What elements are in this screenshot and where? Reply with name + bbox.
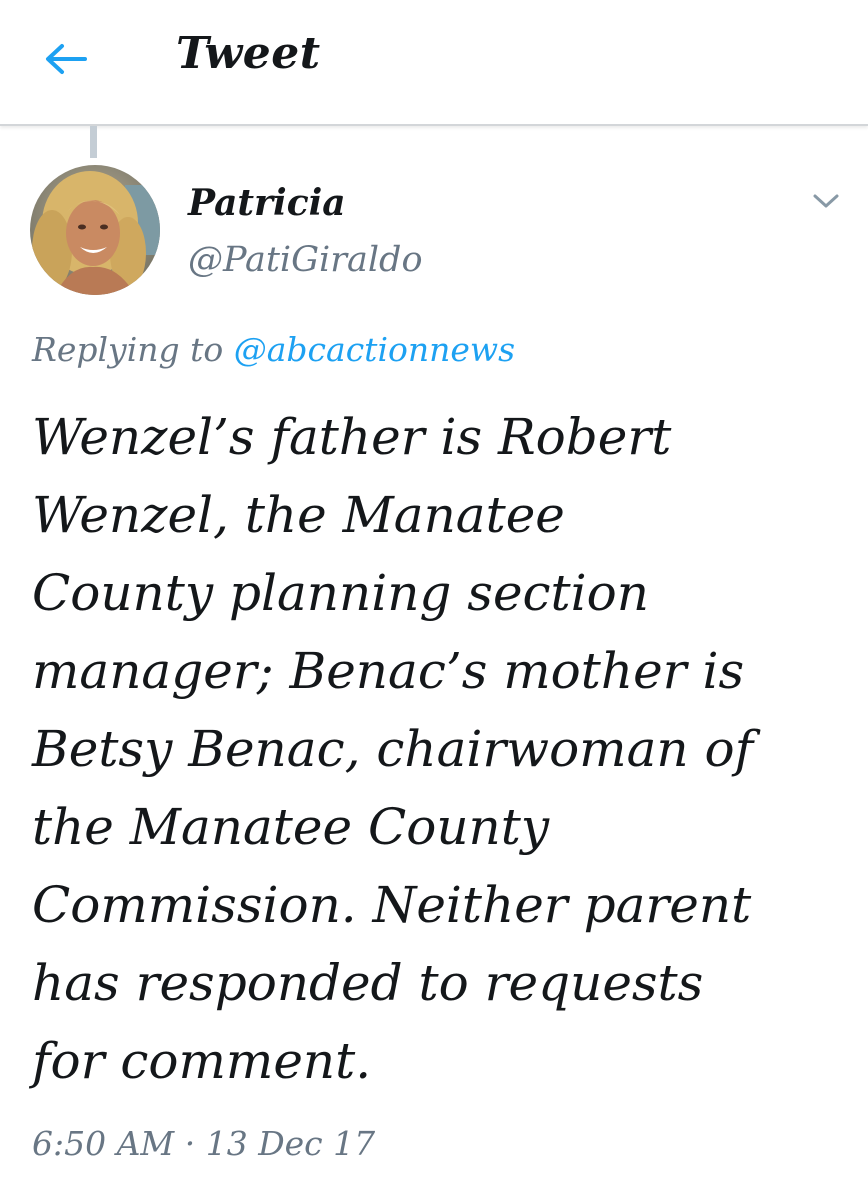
tweet-text-line: manager; Benac’s mother is bbox=[32, 642, 745, 700]
tweet-text-line: County planning section bbox=[32, 564, 649, 622]
tweet-text-line: the Manatee County bbox=[32, 798, 550, 856]
chevron-down-icon bbox=[813, 194, 839, 208]
replying-to-handle-link[interactable]: @abcactionnews bbox=[234, 330, 515, 369]
page-title: Tweet bbox=[176, 28, 321, 79]
arrow-left-icon bbox=[46, 44, 87, 74]
tweet-text-line: Wenzel’s father is Robert bbox=[32, 408, 672, 466]
avatar[interactable] bbox=[30, 165, 160, 295]
top-app-bar: Tweet bbox=[0, 0, 868, 126]
tweet-text: Wenzel’s father is Robert Wenzel, the Ma… bbox=[32, 398, 842, 1100]
back-button[interactable] bbox=[40, 36, 92, 82]
tweet-time: 6:50 AM bbox=[32, 1124, 175, 1163]
tweet-text-line: for comment. bbox=[32, 1032, 372, 1090]
author-handle[interactable]: @PatiGiraldo bbox=[188, 240, 423, 280]
tweet-timestamp: 6:50 AM · 13 Dec 17 bbox=[32, 1124, 375, 1163]
tweet-date: 13 Dec 17 bbox=[205, 1124, 376, 1163]
tweet-text-line: Wenzel, the Manatee bbox=[32, 486, 565, 544]
tweet-text-line: has responded to requests bbox=[32, 954, 704, 1012]
tweet-menu-button[interactable] bbox=[808, 186, 844, 216]
thread-connector-line bbox=[90, 126, 97, 158]
timestamp-separator: · bbox=[184, 1124, 196, 1163]
author-display-name[interactable]: Patricia bbox=[188, 182, 346, 224]
replying-to-line: Replying to @abcactionnews bbox=[32, 330, 515, 369]
tweet-text-line: Betsy Benac, chairwoman of bbox=[32, 720, 754, 778]
avatar-photo bbox=[30, 165, 160, 295]
replying-to-label: Replying to bbox=[32, 330, 224, 369]
tweet-text-line: Commission. Neither parent bbox=[32, 876, 752, 934]
